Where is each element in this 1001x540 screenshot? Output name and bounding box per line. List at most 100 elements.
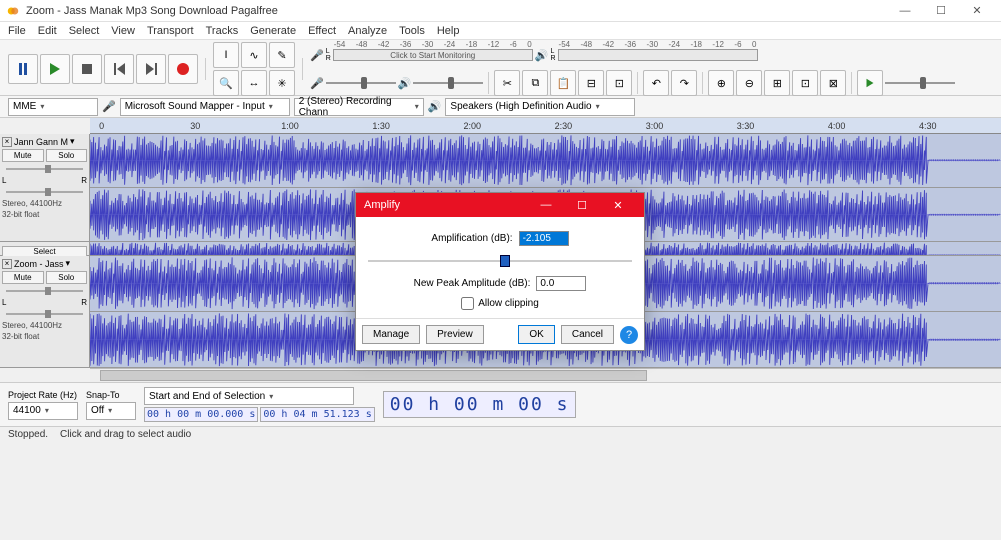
- zoom-in-button[interactable]: ⊕: [708, 70, 734, 96]
- audio-position-display[interactable]: 00 h 00 m 00 s: [383, 391, 577, 418]
- speaker-icon: 🔊: [428, 100, 442, 113]
- track-close-button[interactable]: ×: [2, 137, 12, 147]
- play-at-speed-button[interactable]: [857, 70, 883, 96]
- status-hint: Click and drag to select audio: [60, 429, 191, 440]
- snap-label: Snap-To: [86, 390, 136, 400]
- skip-start-button[interactable]: [104, 54, 134, 84]
- zoom-toggle-button[interactable]: ⊠: [820, 70, 846, 96]
- menubar: File Edit Select View Transport Tracks G…: [0, 22, 1001, 40]
- timeline-ruler[interactable]: 0 30 1:00 1:30 2:00 2:30 3:00 3:30 4:00 …: [90, 118, 1001, 134]
- menu-tools[interactable]: Tools: [399, 25, 425, 37]
- track-close-button[interactable]: ×: [2, 259, 12, 269]
- play-speed-slider[interactable]: [885, 76, 955, 90]
- app-icon: [6, 4, 20, 18]
- skip-end-button[interactable]: [136, 54, 166, 84]
- stop-button[interactable]: [72, 54, 102, 84]
- copy-button[interactable]: ⧉: [522, 70, 548, 96]
- menu-transport[interactable]: Transport: [147, 25, 194, 37]
- selection-start-time[interactable]: 00 h 00 m 00.000 s: [144, 407, 258, 422]
- tool-timeshift[interactable]: ↔: [241, 70, 267, 96]
- paste-button[interactable]: 📋: [550, 70, 576, 96]
- gain-slider[interactable]: [2, 286, 87, 296]
- menu-select[interactable]: Select: [69, 25, 100, 37]
- speaker-icon: 🔊: [398, 77, 412, 90]
- preview-button[interactable]: Preview: [426, 325, 484, 344]
- recording-meter[interactable]: -54-48-42-36-30-24-18-12-60 Click to Sta…: [333, 49, 533, 61]
- horizontal-scrollbar[interactable]: [90, 368, 1001, 382]
- pan-slider[interactable]: [2, 309, 87, 319]
- track-control-panel[interactable]: ×Zoom - Jass▾ MuteSolo LR Stereo, 44100H…: [0, 256, 90, 367]
- menu-effect[interactable]: Effect: [308, 25, 336, 37]
- menu-view[interactable]: View: [111, 25, 135, 37]
- transport-toolbar: [8, 56, 198, 82]
- recording-channels-select[interactable]: 2 (Stereo) Recording Chann: [294, 98, 424, 116]
- allow-clipping-checkbox[interactable]: [461, 297, 474, 310]
- menu-help[interactable]: Help: [437, 25, 460, 37]
- record-button[interactable]: [168, 54, 198, 84]
- amplify-dialog: Amplify — ☐ ✕ Amplification (dB): New Pe…: [355, 192, 645, 351]
- snap-select[interactable]: Off: [86, 402, 136, 420]
- toolbar-area: I ∿ ✎ 🔍 ↔ ✳ 🎤 LR -54-48-42-36-30-24-18-1…: [0, 40, 1001, 96]
- window-title: Zoom - Jass Manak Mp3 Song Download Paga…: [26, 5, 887, 17]
- track-name[interactable]: Jann Gann M: [14, 137, 68, 147]
- dialog-titlebar[interactable]: Amplify — ☐ ✕: [356, 193, 644, 217]
- project-rate-select[interactable]: 44100: [8, 402, 78, 420]
- microphone-icon: 🎤: [310, 49, 324, 62]
- menu-generate[interactable]: Generate: [250, 25, 296, 37]
- dialog-minimize[interactable]: —: [528, 199, 564, 211]
- tool-selection[interactable]: I: [213, 42, 239, 68]
- microphone-icon: 🎤: [102, 100, 116, 113]
- selection-mode-select[interactable]: Start and End of Selection: [144, 387, 354, 405]
- undo-button[interactable]: ↶: [643, 70, 669, 96]
- solo-button[interactable]: Solo: [46, 271, 88, 284]
- audio-host-select[interactable]: MME: [8, 98, 98, 116]
- silence-button[interactable]: ⊡: [606, 70, 632, 96]
- meter-hint: Click to Start Monitoring: [390, 51, 475, 60]
- pause-button[interactable]: [8, 54, 38, 84]
- tool-envelope[interactable]: ∿: [241, 42, 267, 68]
- fit-project-button[interactable]: ⊡: [792, 70, 818, 96]
- peak-amplitude-input[interactable]: [536, 276, 586, 291]
- tool-multi[interactable]: ✳: [269, 70, 295, 96]
- window-minimize[interactable]: —: [887, 0, 923, 22]
- recording-device-select[interactable]: Microsoft Sound Mapper - Input: [120, 98, 290, 116]
- menu-analyze[interactable]: Analyze: [348, 25, 387, 37]
- amplification-slider[interactable]: [368, 252, 632, 270]
- zoom-out-button[interactable]: ⊖: [736, 70, 762, 96]
- track-control-panel[interactable]: ×Jann Gann M▾ MuteSolo LR Stereo, 44100H…: [0, 134, 90, 241]
- zoom-selection-button[interactable]: ⊞: [764, 70, 790, 96]
- tool-draw[interactable]: ✎: [269, 42, 295, 68]
- pan-slider[interactable]: [2, 187, 87, 197]
- amplification-input[interactable]: [519, 231, 569, 246]
- menu-edit[interactable]: Edit: [38, 25, 57, 37]
- device-toolbar: MME 🎤 Microsoft Sound Mapper - Input 2 (…: [0, 96, 1001, 118]
- playback-volume-slider[interactable]: [413, 76, 483, 90]
- manage-button[interactable]: Manage: [362, 325, 420, 344]
- solo-button[interactable]: Solo: [46, 149, 88, 162]
- dialog-close[interactable]: ✕: [600, 199, 636, 212]
- microphone-icon: 🎤: [310, 77, 324, 90]
- menu-file[interactable]: File: [8, 25, 26, 37]
- play-button[interactable]: [40, 54, 70, 84]
- help-button[interactable]: ?: [620, 326, 638, 344]
- trim-button[interactable]: ⊟: [578, 70, 604, 96]
- selection-end-time[interactable]: 00 h 04 m 51.123 s: [260, 407, 374, 422]
- mute-button[interactable]: Mute: [2, 271, 44, 284]
- cancel-button[interactable]: Cancel: [561, 325, 614, 344]
- menu-tracks[interactable]: Tracks: [206, 25, 239, 37]
- project-rate-label: Project Rate (Hz): [8, 390, 78, 400]
- window-maximize[interactable]: ☐: [923, 0, 959, 22]
- cut-button[interactable]: ✂: [494, 70, 520, 96]
- track-name[interactable]: Zoom - Jass: [14, 259, 64, 269]
- recording-volume-slider[interactable]: [326, 76, 396, 90]
- window-close[interactable]: ✕: [959, 0, 995, 22]
- playback-meter[interactable]: -54-48-42-36-30-24-18-12-60: [558, 49, 758, 61]
- amplification-label: Amplification (dB):: [431, 233, 512, 244]
- mute-button[interactable]: Mute: [2, 149, 44, 162]
- gain-slider[interactable]: [2, 164, 87, 174]
- dialog-maximize[interactable]: ☐: [564, 199, 600, 212]
- tool-zoom[interactable]: 🔍: [213, 70, 239, 96]
- ok-button[interactable]: OK: [518, 325, 554, 344]
- redo-button[interactable]: ↷: [671, 70, 697, 96]
- playback-device-select[interactable]: Speakers (High Definition Audio: [445, 98, 635, 116]
